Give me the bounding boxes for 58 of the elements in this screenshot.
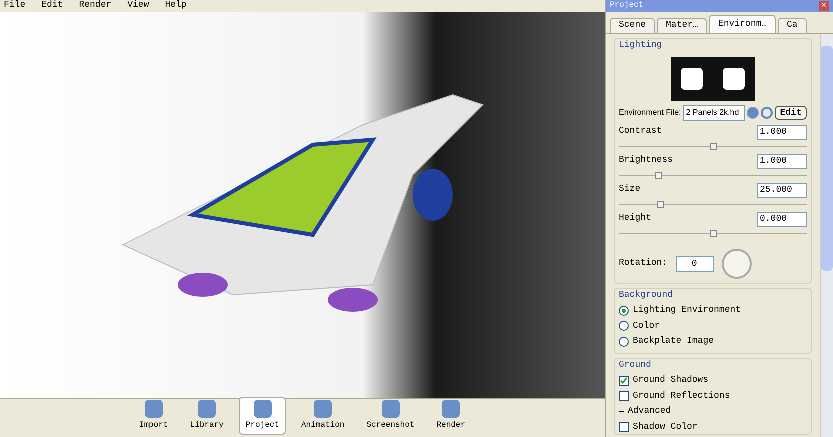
toolbar-button[interactable]: Render — [430, 397, 473, 435]
toolbar-button[interactable]: Animation — [294, 397, 352, 435]
rotation-field[interactable]: 0 — [676, 256, 714, 272]
section-heading: Background — [619, 288, 674, 302]
slider-thumb[interactable] — [710, 230, 717, 236]
tool-icon — [198, 400, 216, 418]
checkbox[interactable] — [619, 376, 629, 386]
field-label: Contrast — [619, 125, 662, 138]
menu-item[interactable]: Edit — [42, 0, 64, 13]
tab[interactable]: Environm… — [709, 15, 776, 33]
value-field[interactable]: 1.000 — [757, 124, 807, 140]
rotation-dial[interactable] — [722, 248, 752, 278]
menu-item[interactable]: Render — [79, 0, 112, 13]
field-label: Brightness — [619, 154, 674, 168]
option-label: Lighting Environment — [633, 304, 742, 317]
slider-thumb[interactable] — [655, 172, 662, 178]
radio-button[interactable] — [619, 336, 629, 347]
radio-button[interactable] — [619, 306, 629, 316]
toolbar-button[interactable]: Import — [132, 397, 176, 435]
radio-button[interactable] — [619, 321, 629, 332]
tab[interactable]: Scene — [610, 18, 656, 33]
checkbox[interactable] — [619, 422, 629, 432]
field-label: Rotation: — [619, 256, 668, 270]
option-label: Ground Shadows — [633, 374, 709, 387]
section-heading: Lighting — [619, 39, 664, 52]
tool-icon — [382, 400, 400, 418]
field-label: Height — [619, 212, 652, 226]
slider-thumb[interactable] — [657, 200, 664, 208]
tool-icon — [144, 400, 163, 418]
value-field[interactable]: 0.000 — [757, 212, 807, 226]
tool-icon — [442, 400, 460, 418]
option-label: Ground Reflections — [633, 390, 730, 402]
slider-thumb[interactable] — [710, 142, 717, 150]
checkbox[interactable] — [619, 391, 629, 402]
menu-item[interactable]: File — [4, 0, 26, 13]
field-label: Size — [619, 183, 641, 196]
menu-item[interactable]: View — [128, 0, 150, 13]
scrollbar[interactable] — [820, 34, 833, 437]
tab[interactable]: Mater… — [657, 18, 708, 33]
value-field[interactable]: 1.000 — [757, 154, 807, 168]
toolbar-button[interactable]: Screenshot — [360, 397, 422, 435]
toolbar-button[interactable]: Project — [238, 397, 286, 435]
field-label: Environment File: — [619, 106, 682, 118]
toolbar-button[interactable]: Library — [183, 397, 231, 435]
section-heading: Ground — [619, 358, 652, 372]
subsection-heading: Advanced — [628, 405, 672, 418]
tab[interactable]: Ca — [778, 18, 807, 33]
value-field[interactable]: 25.000 — [757, 182, 807, 198]
option-label: Color — [633, 320, 660, 332]
tool-icon — [314, 400, 332, 418]
menu-item[interactable]: Help — [165, 0, 187, 13]
panel-title: Project — [610, 0, 644, 12]
tool-icon — [254, 400, 272, 418]
option-label: Backplate Image — [633, 335, 714, 348]
edit-button[interactable]: Edit — [775, 106, 807, 120]
environment-file-field[interactable]: 2 Panels 2k.hd — [683, 104, 746, 120]
option-label: Shadow Color — [633, 420, 698, 434]
close-button[interactable]: × — [819, 1, 829, 11]
